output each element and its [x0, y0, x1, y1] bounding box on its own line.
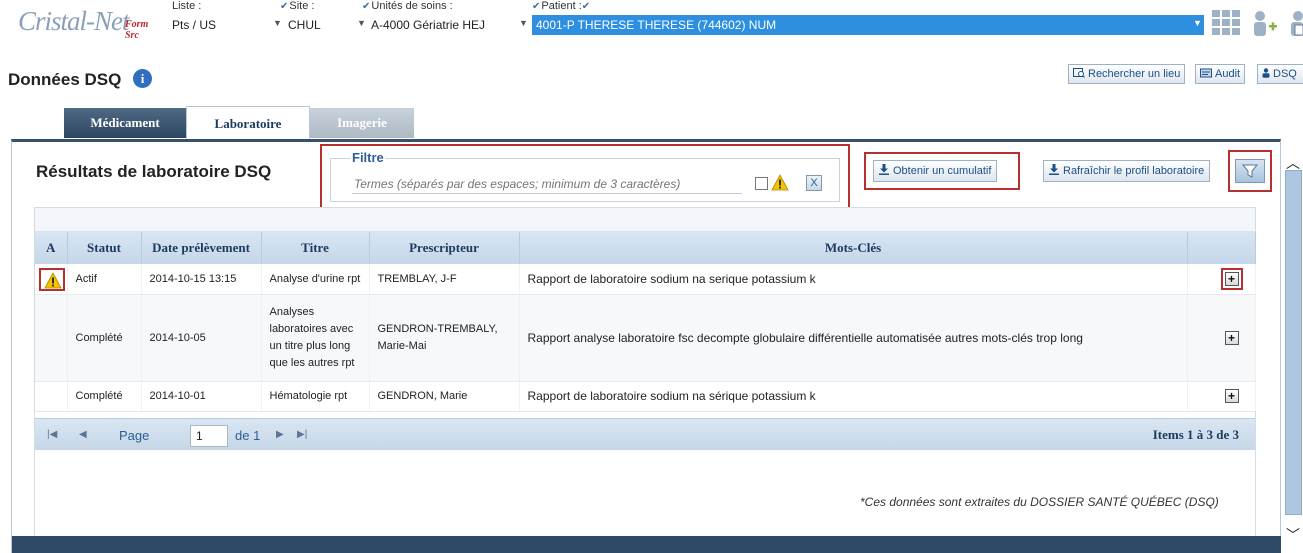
bottom-bar [12, 536, 1281, 553]
table-header-row: A Statut Date prélèvement Titre Prescrip… [35, 232, 1256, 264]
clear-filter-button[interactable]: X [806, 175, 822, 191]
patient-file-icon[interactable] [1286, 10, 1303, 38]
rechercher-lieu-button[interactable]: Rechercher un lieu [1068, 64, 1186, 84]
page-title: Données DSQ [8, 70, 122, 89]
table-row[interactable]: Complété 2014-10-01 Hématologie rpt GEND… [35, 381, 1256, 412]
expand-cell: + [1187, 381, 1256, 412]
top-bar: Cristal-Net Form Src Liste : Pts / US ▼ … [0, 0, 1303, 56]
prev-page-icon[interactable]: ◀ [79, 429, 87, 440]
column-header-titre[interactable]: Titre [261, 232, 370, 264]
add-patient-icon[interactable] [1250, 10, 1278, 38]
user-icon [1262, 68, 1270, 78]
last-page-icon[interactable]: ▶| [297, 429, 307, 440]
page-number-input[interactable]: 1 [190, 425, 228, 447]
expand-cell: + [1187, 264, 1256, 295]
column-header-prescripteur[interactable]: Prescripteur [369, 232, 520, 264]
audit-icon [1200, 68, 1212, 78]
expand-cell: + [1187, 294, 1256, 382]
obtenir-cumulatif-button[interactable]: Obtenir un cumulatif [873, 160, 998, 182]
site-dropdown-icon[interactable]: ▼ [357, 18, 366, 28]
unite-label: ✔Unités de soins : [362, 0, 453, 12]
page-of-label: de 1 [235, 428, 261, 443]
scroll-thumb[interactable] [1285, 170, 1302, 515]
statut-cell: Actif [67, 264, 142, 295]
liste-label: Liste : [172, 0, 202, 12]
warning-icon [44, 272, 62, 289]
patient-label: ✔Patient :✔ [532, 0, 591, 12]
mots-cles-cell: Rapport analyse laboratoire fsc decompte… [519, 294, 1188, 382]
patient-dropdown-icon[interactable]: ▼ [1193, 18, 1202, 28]
check-icon: ✔ [362, 1, 371, 12]
expand-button[interactable]: + [1224, 271, 1239, 286]
alert-cell [35, 294, 68, 382]
titre-cell: Hématologie rpt [261, 381, 370, 412]
mots-cles-cell: Rapport de laboratoire sodium na serique… [519, 264, 1188, 295]
pager: |◀ ◀ Page 1 de 1 ▶ ▶| Items 1 à 3 de 3 [35, 418, 1255, 450]
date-cell: 2014-10-05 [141, 294, 262, 382]
column-header-statut[interactable]: Statut [67, 232, 142, 264]
filter-toggle-button[interactable] [1235, 159, 1265, 183]
filter-legend: Filtre [350, 150, 386, 165]
liste-select[interactable]: Pts / US [168, 15, 286, 35]
check-icon: ✔ [532, 1, 541, 12]
date-cell: 2014-10-01 [141, 381, 262, 412]
panel-title: Résultats de laboratoire DSQ [36, 162, 272, 181]
rafraichir-profil-button[interactable]: Rafraîchir le profil laboratoire [1043, 160, 1211, 182]
download-icon [879, 164, 889, 175]
scroll-down-icon[interactable]: ﹀ [1286, 525, 1300, 545]
app-grid-icon[interactable] [1212, 10, 1242, 36]
first-page-icon[interactable]: |◀ [47, 429, 57, 440]
check-icon: ✔ [280, 1, 289, 12]
page-label: Page [119, 428, 150, 443]
info-icon[interactable]: i [133, 69, 152, 88]
form-src-link[interactable]: Form Src [125, 19, 148, 41]
tab-laboratoire[interactable]: Laboratoire [186, 106, 310, 140]
funnel-icon [1241, 164, 1259, 178]
liste-dropdown-icon[interactable]: ▼ [273, 18, 282, 28]
column-header-actions [1187, 232, 1256, 264]
dsq-button[interactable]: DSQ [1257, 64, 1303, 84]
alert-cell [35, 264, 68, 295]
filter-input[interactable] [352, 174, 742, 194]
date-cell: 2014-10-15 13:15 [141, 264, 262, 295]
patient-select[interactable]: 4001-P THERESE THERESE (744602) NUM [532, 15, 1204, 35]
expand-highlight: + [1220, 267, 1243, 290]
column-header-date[interactable]: Date prélèvement [141, 232, 262, 264]
grid-toolbar [35, 208, 1255, 232]
app-logo: Cristal-Net [18, 6, 130, 36]
warning-icon [771, 174, 789, 191]
next-page-icon[interactable]: ▶ [276, 429, 284, 440]
audit-button[interactable]: Audit [1195, 64, 1246, 84]
column-header-mots-cles[interactable]: Mots-Clés [519, 232, 1188, 264]
tab-imagerie[interactable]: Imagerie [310, 108, 414, 138]
results-table: A Statut Date prélèvement Titre Prescrip… [35, 232, 1256, 412]
titre-cell: Analyse d'urine rpt [261, 264, 370, 295]
site-label: ✔Site : [280, 0, 315, 12]
expand-button[interactable]: + [1224, 330, 1239, 345]
table-row[interactable]: Complété 2014-10-05 Analyses laboratoire… [35, 294, 1256, 382]
table-row[interactable]: Actif 2014-10-15 13:15 Analyse d'urine r… [35, 264, 1256, 295]
titre-cell: Analyses laboratoires avec un titre plus… [261, 294, 370, 382]
tab-medicament[interactable]: Médicament [64, 108, 186, 138]
statut-cell: Complété [67, 294, 142, 382]
unite-dropdown-icon[interactable]: ▼ [519, 18, 528, 28]
unite-select[interactable]: A-4000 Gériatrie HEJ [367, 15, 517, 35]
search-location-icon [1073, 68, 1085, 78]
alert-cell [35, 381, 68, 412]
prescripteur-cell: GENDRON-TREMBALY, Marie-Mai [369, 294, 520, 382]
items-count: Items 1 à 3 de 3 [1152, 427, 1239, 442]
download-icon [1049, 164, 1059, 175]
prescripteur-cell: TREMBLAY, J-F [369, 264, 520, 295]
filter-alert-checkbox[interactable] [755, 177, 768, 190]
check-icon: ✔ [581, 1, 591, 12]
expand-button[interactable]: + [1224, 389, 1239, 403]
statut-cell: Complété [67, 381, 142, 412]
dsq-footnote: *Ces données sont extraites du DOSSIER S… [860, 495, 1219, 509]
column-header-alert[interactable]: A [35, 232, 68, 264]
mots-cles-cell: Rapport de laboratoire sodium na sérique… [519, 381, 1188, 412]
prescripteur-cell: GENDRON, Marie [369, 381, 520, 412]
